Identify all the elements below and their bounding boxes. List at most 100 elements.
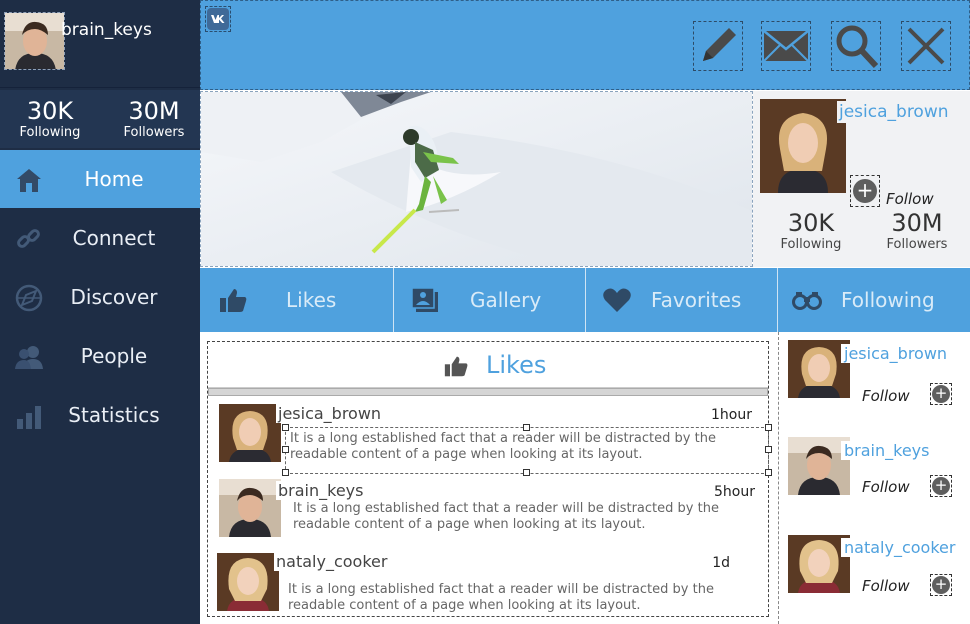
post-text: It is a long established fact that a rea… [288,582,714,613]
following-label: Following [19,125,81,140]
profile-username: brain_keys [61,20,152,40]
follow-label[interactable]: Follow [886,190,934,208]
post-author[interactable]: nataly_cooker [274,552,390,571]
close-button[interactable] [901,21,951,71]
suggestions-list: jesica_brown Follow + brain_keys Follow [778,332,970,624]
pencil-icon [703,28,736,61]
top-bar [200,0,970,90]
profile-card-name[interactable]: jesica_brown [837,101,951,123]
nav-item-statistics[interactable]: Statistics [0,386,200,444]
nav-label: Statistics [68,403,160,427]
edit-button[interactable] [693,21,743,71]
suggestion-name[interactable]: brain_keys [841,441,933,460]
suggestion-item[interactable]: jesica_brown Follow + [778,332,970,422]
post-item[interactable]: jesica_brown 1hour It is a long establis… [208,398,772,476]
followers-stat[interactable]: 30M Followers [104,97,204,141]
following-count: 30K [787,209,835,237]
gallery-icon [411,287,438,312]
followers-label: Followers [886,237,948,252]
tab-gallery[interactable]: Gallery [394,268,586,332]
resize-handle[interactable] [282,424,289,431]
profile-tabs: Likes Gallery Favorites Following [200,268,970,332]
resize-handle[interactable] [765,446,772,453]
post-author[interactable]: brain_keys [276,481,366,500]
tab-label: Gallery [470,288,542,312]
following-stat[interactable]: 30K Following [0,97,100,141]
feed-panel: Likes jesica_brown 1hour It is a long es… [207,341,772,617]
resize-handle[interactable] [282,446,289,453]
profile-header: brain_keys [0,0,200,88]
thumbs-up-icon [220,289,247,312]
nav-item-discover[interactable]: Discover [0,268,200,326]
followers-count: 30M [128,97,180,125]
feed-header: Likes [208,342,768,388]
follow-button[interactable]: + [850,175,880,207]
following-stat[interactable]: 30K Following [761,209,861,253]
feed-scroll-bar[interactable] [208,388,768,396]
profile-stats: 30K Following 30M Followers [0,90,200,148]
tab-label: Following [841,288,935,312]
follow-button[interactable]: + [930,574,952,596]
nav-label: Discover [70,285,158,309]
search-icon [836,25,879,69]
nav-item-home[interactable]: Home [0,150,200,208]
mail-icon [763,30,809,62]
close-icon [907,27,945,65]
tab-likes[interactable]: Likes [200,268,394,332]
avatar[interactable] [760,99,846,193]
post-time: 1d [712,555,730,571]
follow-label[interactable]: Follow [862,387,910,405]
follow-button[interactable]: + [930,383,952,405]
follow-button[interactable]: + [930,475,952,497]
suggestion-name[interactable]: jesica_brown [841,344,951,363]
search-button[interactable] [831,21,881,71]
app-root: brain_keys 30K Following 30M Followers H… [0,0,970,624]
following-count: 30K [26,97,74,125]
feed-title: Likes [486,351,547,379]
suggestion-name[interactable]: nataly_cooker [841,538,959,557]
followers-stat[interactable]: 30M Followers [867,209,967,253]
follow-label[interactable]: Follow [862,577,910,595]
heart-icon [603,288,631,312]
avatar[interactable] [219,479,281,537]
followers-label: Followers [123,125,185,140]
sidebar: brain_keys 30K Following 30M Followers H… [0,0,200,624]
text-selection-frame [285,427,769,474]
follow-label[interactable]: Follow [862,478,910,496]
resize-handle[interactable] [523,424,530,431]
plus-icon: + [853,179,877,203]
cover-image [200,91,753,267]
tab-favorites[interactable]: Favorites [586,268,778,332]
followers-count: 30M [891,209,943,237]
avatar[interactable] [4,12,65,70]
plus-icon: + [932,477,950,495]
avatar[interactable] [219,404,281,462]
post-author[interactable]: jesica_brown [276,404,384,423]
post-time: 1hour [711,407,752,423]
vk-logo-icon[interactable] [205,6,231,32]
resize-handle[interactable] [765,424,772,431]
nav-label: Home [84,167,144,191]
suggestion-item[interactable]: nataly_cooker Follow + [778,526,970,616]
post-time: 5hour [714,484,755,500]
post-text: It is a long established fact that a rea… [293,501,719,532]
suggestion-item[interactable]: brain_keys Follow + [778,429,970,519]
nav-label: Connect [72,226,156,250]
post-item[interactable]: brain_keys 5hour It is a long establishe… [208,475,768,547]
profile-card: jesica_brown + Follow 30K Following 30M … [753,91,970,267]
thumbs-up-icon [444,356,468,377]
following-label: Following [780,237,842,252]
tab-label: Favorites [651,288,742,312]
avatar[interactable] [217,553,279,611]
nav-label: People [80,344,148,368]
tab-following[interactable]: Following [778,268,970,332]
nav-item-people[interactable]: People [0,327,200,385]
plus-icon: + [932,385,950,403]
likes-feed: Likes jesica_brown 1hour It is a long es… [200,332,778,624]
post-item[interactable]: nataly_cooker 1d It is a long establishe… [208,550,768,616]
messages-button[interactable] [761,21,811,71]
plus-icon: + [932,576,950,594]
binoculars-icon [792,292,822,310]
nav-item-connect[interactable]: Connect [0,209,200,267]
tab-label: Likes [286,288,337,312]
